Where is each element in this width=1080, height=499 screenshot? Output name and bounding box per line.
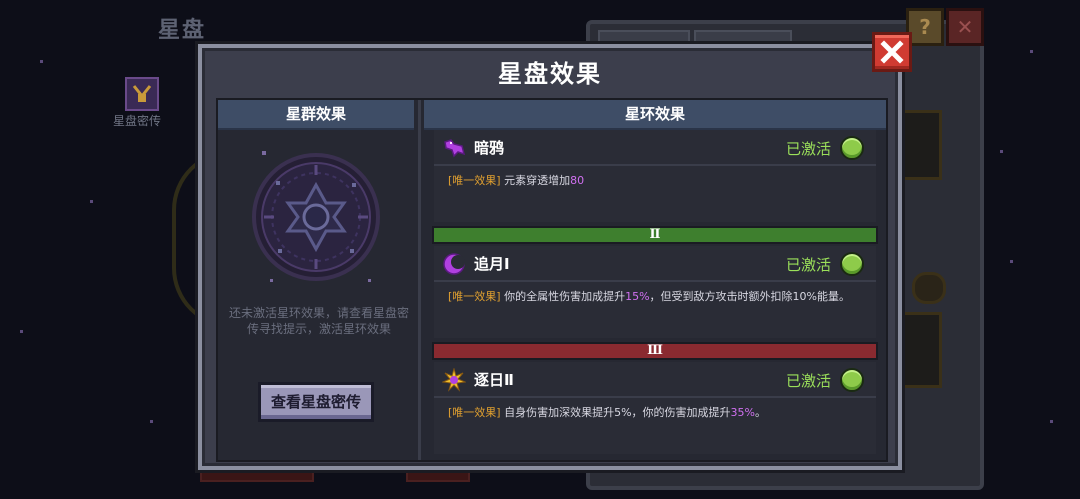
tier-divider: Ⅲ xyxy=(432,342,878,360)
ring-effect-description: [唯一效果] 元素穿透增加80 xyxy=(448,172,584,188)
active-indicator-icon xyxy=(840,136,864,160)
star-dot xyxy=(1050,420,1053,423)
background-alert-icon xyxy=(912,272,946,304)
star-dot xyxy=(150,420,153,423)
constellation-effects-header: 星群效果 xyxy=(218,100,414,130)
active-indicator-icon xyxy=(840,368,864,392)
background-title: 星盘 xyxy=(158,18,207,43)
sun-icon xyxy=(442,368,466,392)
star-dot xyxy=(1000,150,1003,153)
activation-hint-text: 还未激活星环效果，请查看星盘密传寻找提示，激活星环效果 xyxy=(228,306,409,336)
star-dot xyxy=(90,200,93,203)
description-text: 元素穿透增加 xyxy=(504,174,571,187)
unique-effect-tag: [唯一效果] xyxy=(448,406,501,419)
active-indicator-icon xyxy=(840,252,864,276)
highlight-value: 15% xyxy=(625,290,650,303)
star-dot xyxy=(1030,50,1033,53)
background-close-button[interactable]: ✕ xyxy=(946,8,984,46)
ring-effect-name: 追月Ⅰ xyxy=(474,255,510,273)
highlight-value: 35% xyxy=(730,406,755,419)
star-dot xyxy=(1010,260,1013,263)
star-dot xyxy=(40,60,43,63)
close-x-icon xyxy=(880,40,904,64)
ring-effects-panel: 星环效果 暗鸦 已激活 [唯一效果] 元素穿透增加80 Ⅱ 追月Ⅰ 已激活 [唯… xyxy=(424,100,886,460)
ring-effect-item: 暗鸦 已激活 [唯一效果] 元素穿透增加80 xyxy=(434,130,876,222)
modal-close-button[interactable] xyxy=(872,32,912,72)
unique-effect-tag: [唯一效果] xyxy=(448,290,501,303)
ring-effects-header: 星环效果 xyxy=(424,100,886,130)
ring-effect-description: [唯一效果] 自身伤害加深效果提升5%，你的伤害加成提升35%。 xyxy=(448,404,766,420)
description-text: 。 xyxy=(755,406,766,419)
background-slot xyxy=(900,110,942,180)
description-text: 你的全属性伤害加成提升 xyxy=(504,290,626,303)
star-chart-lore-icon[interactable] xyxy=(122,76,162,112)
star-chart-lore-label: 星盘密传 xyxy=(113,114,162,128)
ring-effect-header-row: 暗鸦 已激活 xyxy=(434,130,876,166)
ring-effect-header-row: 逐日Ⅱ 已激活 xyxy=(434,362,876,398)
crescent-moon-icon xyxy=(443,253,465,275)
ring-effect-item: 追月Ⅰ 已激活 [唯一效果] 你的全属性伤害加成提升15%，但受到敌方攻击时额外… xyxy=(434,246,876,338)
star-chart-effects-modal: 星盘效果 星群效果 还未激活星环效果，请查看星盘密传寻找提示，激活星环效果 查看… xyxy=(198,32,912,470)
ring-effect-name: 逐日Ⅱ xyxy=(474,371,514,389)
star-sigil-icon xyxy=(252,151,380,282)
activated-status: 已激活 xyxy=(786,256,832,274)
tier-divider: Ⅱ xyxy=(432,226,878,244)
ring-effect-name: 暗鸦 xyxy=(474,139,505,157)
activated-status: 已激活 xyxy=(786,372,832,390)
modal-title: 星盘效果 xyxy=(498,60,602,88)
ring-effect-item: 逐日Ⅱ 已激活 [唯一效果] 自身伤害加深效果提升5%，你的伤害加成提升35%。 xyxy=(434,362,876,454)
description-text: 自身伤害加深效果提升5%，你的伤害加成提升 xyxy=(504,406,731,419)
activated-status: 已激活 xyxy=(786,140,832,158)
modal-content: 星群效果 还未激活星环效果，请查看星盘密传寻找提示，激活星环效果 查看星盘密传 xyxy=(216,98,888,462)
description-text: ，但受到敌方攻击时额外扣除10%能量。 xyxy=(649,290,850,303)
view-lore-button[interactable]: 查看星盘密传 xyxy=(258,382,374,422)
ring-effect-header-row: 追月Ⅰ 已激活 xyxy=(434,246,876,282)
constellation-effects-panel: 星群效果 还未激活星环效果，请查看星盘密传寻找提示，激活星环效果 查看星盘密传 xyxy=(218,100,421,460)
raven-icon xyxy=(444,139,466,158)
unique-effect-tag: [唯一效果] xyxy=(448,174,501,187)
ring-effect-description: [唯一效果] 你的全属性伤害加成提升15%，但受到敌方攻击时额外扣除10%能量。 xyxy=(448,288,850,304)
background-slot xyxy=(902,312,942,388)
star-dot xyxy=(20,330,23,333)
highlight-value: 80 xyxy=(570,174,585,187)
